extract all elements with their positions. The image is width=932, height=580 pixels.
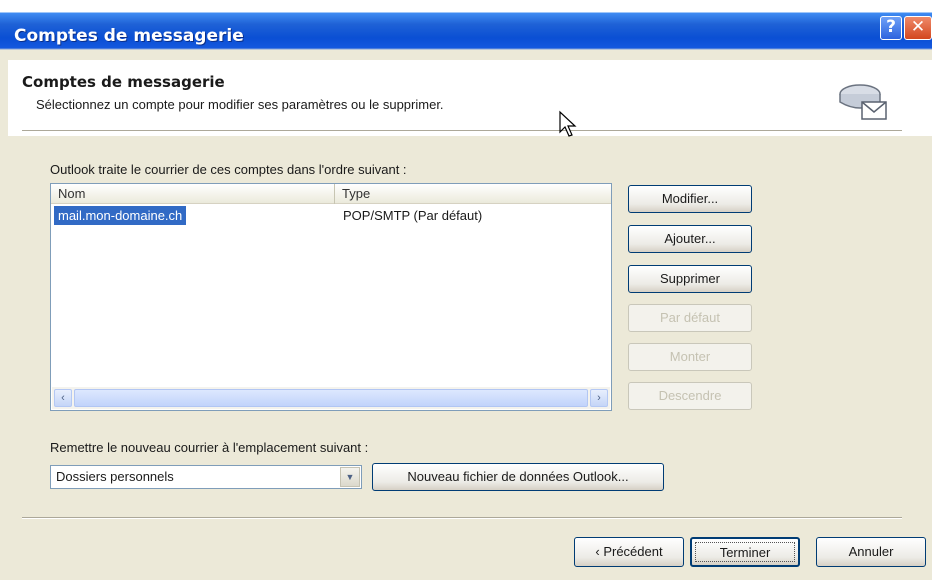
header-title: Comptes de messagerie [22,73,225,91]
cancel-button[interactable]: Annuler [816,537,926,567]
focus-ring [695,542,795,562]
move-up-button[interactable]: Monter [628,343,752,371]
account-name: mail.mon-domaine.ch [54,206,187,225]
header-subtitle: Sélectionnez un compte pour modifier ses… [36,97,444,112]
delivery-location-select[interactable]: Dossiers personnels ▼ [50,465,362,489]
scroll-left-icon[interactable]: ‹ [54,389,72,407]
finish-button[interactable]: Terminer [690,537,800,567]
move-down-button[interactable]: Descendre [628,382,752,410]
close-button[interactable]: ✕ [904,16,932,40]
previous-button[interactable]: ‹ Précédent [574,537,684,567]
add-button[interactable]: Ajouter... [628,225,752,253]
mail-accounts-icon [839,84,887,120]
column-header-name[interactable]: Nom [51,184,335,204]
accounts-list[interactable]: Nom Type mail.mon-domaine.ch POP/SMTP (P… [50,183,612,411]
modify-button[interactable]: Modifier... [628,185,752,213]
title-bar[interactable]: Comptes de messagerie ? ✕ [0,0,932,52]
new-data-file-button[interactable]: Nouveau fichier de données Outlook... [372,463,664,491]
dropdown-arrow-icon[interactable]: ▼ [340,467,360,487]
footer-separator [22,517,902,519]
remove-button[interactable]: Supprimer [628,265,752,293]
list-header: Nom Type [51,184,611,204]
account-row[interactable]: mail.mon-domaine.ch POP/SMTP (Par défaut… [51,206,611,226]
account-type: POP/SMTP (Par défaut) [343,208,483,223]
help-button[interactable]: ? [880,16,902,40]
delivery-location-value: Dossiers personnels [56,469,174,484]
horizontal-scrollbar[interactable]: ‹ › [52,387,610,409]
window-title: Comptes de messagerie [14,26,244,46]
header-separator [22,130,902,132]
scroll-thumb[interactable] [74,389,588,407]
accounts-list-caption: Outlook traite le courrier de ces compte… [50,162,407,177]
scroll-right-icon[interactable]: › [590,389,608,407]
column-header-type[interactable]: Type [335,184,611,204]
delivery-caption: Remettre le nouveau courrier à l'emplace… [50,440,369,455]
mail-accounts-dialog: Comptes de messagerie ? ✕ Comptes de mes… [0,0,932,580]
set-default-button[interactable]: Par défaut [628,304,752,332]
mouse-cursor-icon [559,110,577,137]
